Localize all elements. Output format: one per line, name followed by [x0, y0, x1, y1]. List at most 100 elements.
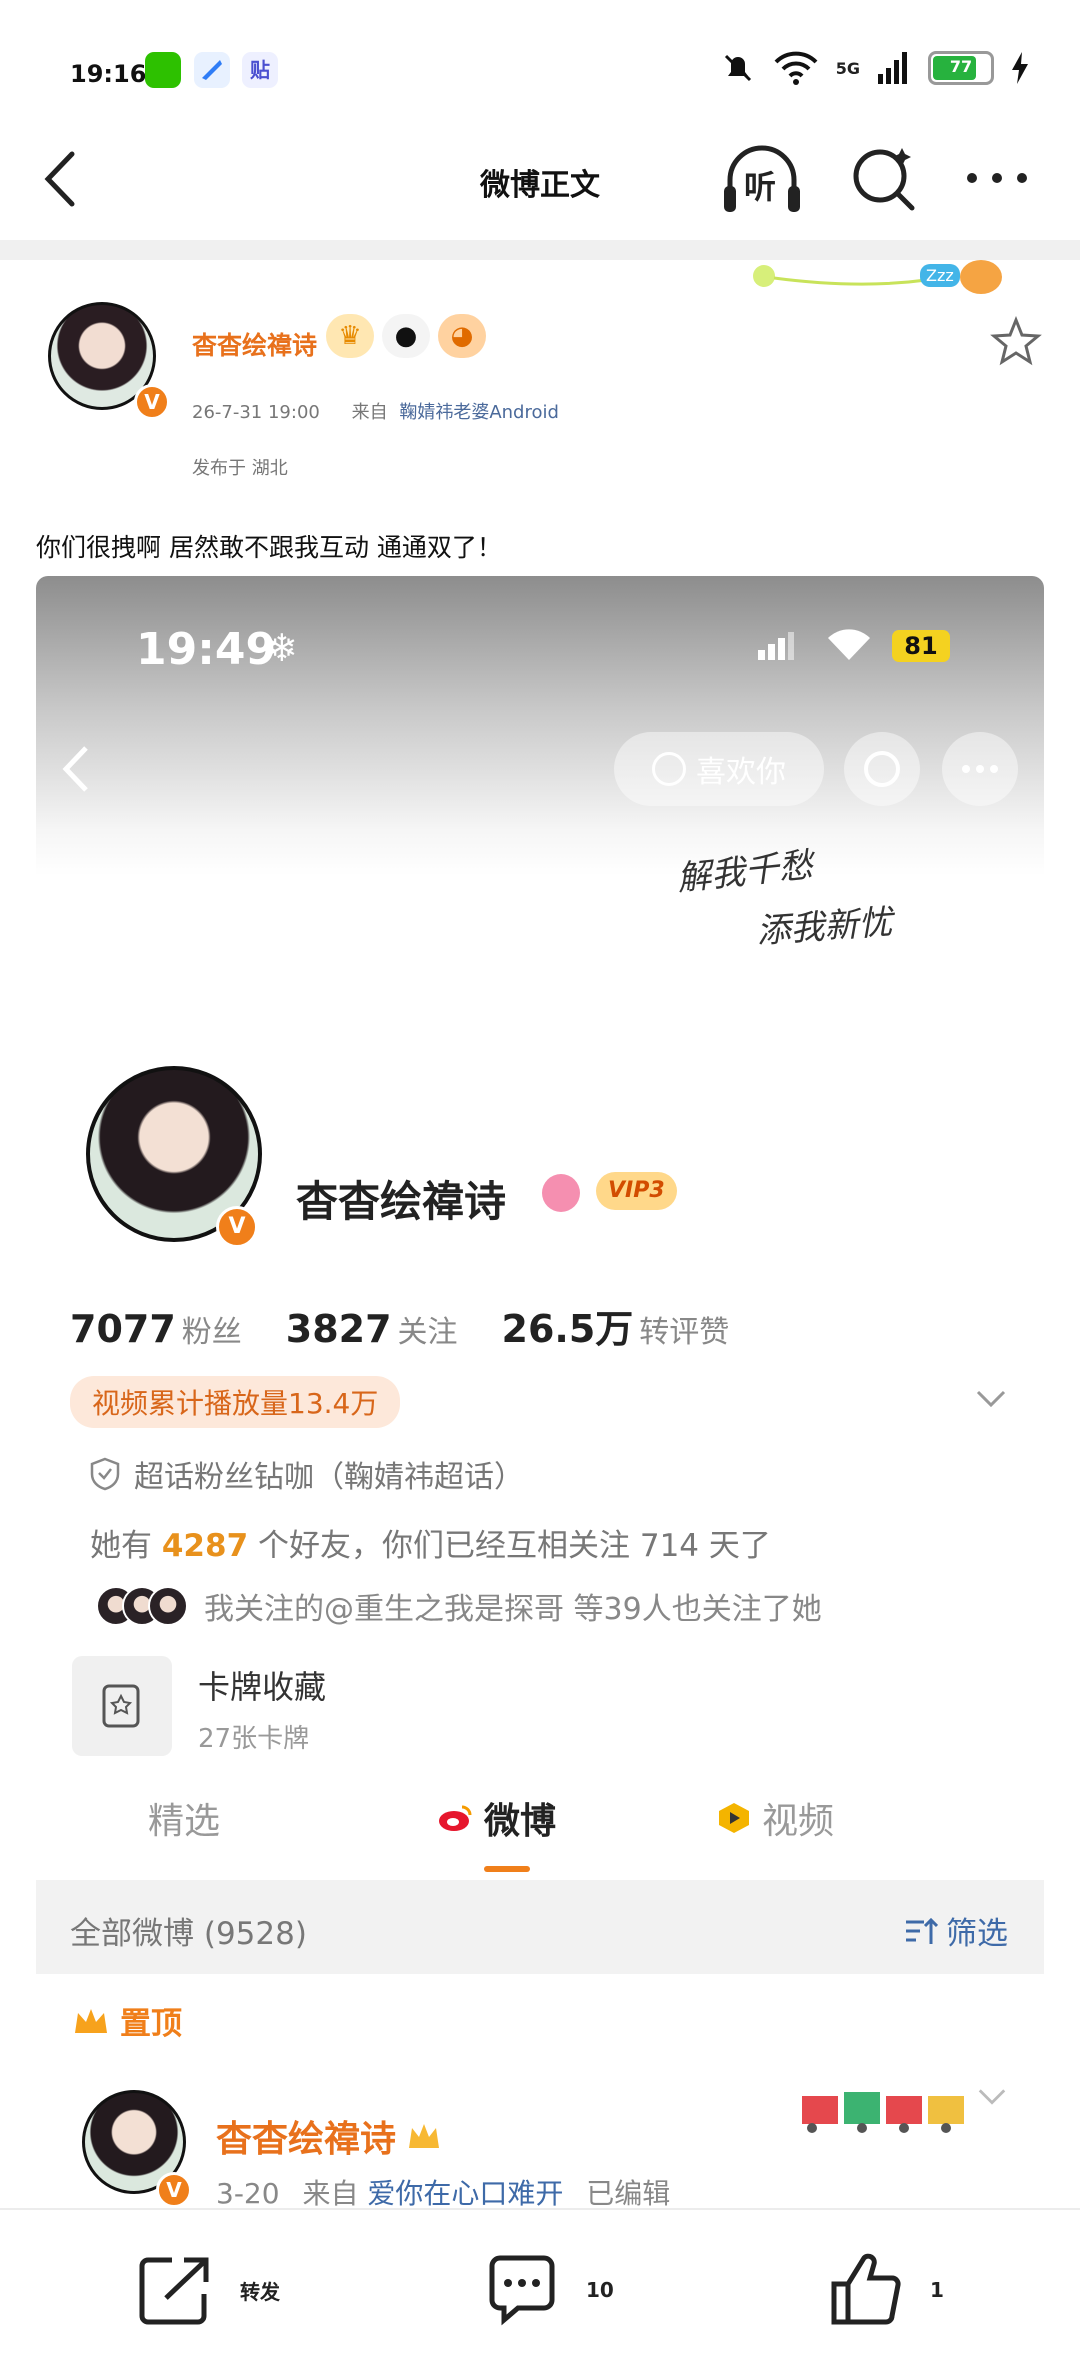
thumbs-up-icon [831, 2253, 901, 2325]
profile-stats: 7077 粉丝 3827 关注 26.5万 转评赞 [70, 1298, 729, 1353]
like-count: 1 [930, 2278, 944, 2302]
pink-badge-icon [542, 1174, 580, 1212]
mutual-avatars [96, 1586, 188, 1626]
repost-label: 转发 [240, 2279, 280, 2304]
user-badges: ♛ ● ◕ [326, 314, 486, 358]
divider [0, 240, 1080, 260]
like-you-label: 喜欢你 [696, 755, 786, 790]
filter-icon [906, 1917, 938, 1944]
pinned-post-meta: 3-20 来自 爱你在心口难开 已编辑 [216, 2177, 671, 2206]
image-status-time: 19:49 [136, 624, 277, 675]
crown-badge-icon [409, 2124, 440, 2148]
status-icons: 5G 77 [720, 50, 1030, 86]
crown-icon [75, 2008, 107, 2033]
wechat-notification-icon [145, 52, 181, 88]
all-posts-bar: 全部微博 (9528) 筛选 [36, 1880, 1044, 1974]
tab-featured: 精选 [148, 1801, 221, 1842]
pinned-verified-icon: V [156, 2172, 192, 2206]
card-collection: 卡牌收藏 27张卡牌 [72, 1656, 326, 1756]
listen-button[interactable]: 听 [720, 142, 804, 218]
search-icon[interactable] [846, 140, 922, 216]
comment-count: 10 [586, 2278, 614, 2302]
username[interactable]: 杳杳绘禕诗 [192, 326, 317, 362]
pinned-chevron-down-icon [978, 2089, 1006, 2105]
filter-button: 筛选 [904, 1908, 1008, 1953]
pinned-post-username: 杳杳绘禕诗 [216, 2110, 442, 2162]
image-back-icon [62, 746, 88, 792]
profile-avatar: V [66, 1046, 266, 1256]
vip-badge: VIP3 [596, 1172, 677, 1210]
listen-label: 听 [744, 168, 777, 206]
mutual-follow-row: 我关注的@重生之我是探哥 等39人也关注了她 [96, 1584, 822, 1628]
post-time: 26-7-31 19:00 [192, 402, 320, 423]
post-from-label: 来自 [351, 402, 388, 423]
snowflake-icon: ❄ [266, 626, 298, 670]
tieba-notification-icon: 贴 [242, 52, 278, 88]
decoration-zzz-icon: Zzz [920, 264, 960, 287]
status-time: 19:16 [70, 60, 147, 88]
friends-row: 她有 4287 个好友，你们已经互相关注 714 天了 [90, 1528, 771, 1564]
battery-icon: 77 [928, 51, 994, 85]
post-source-link[interactable]: 鞠婧祎老婆Android [399, 402, 559, 423]
tab-video: 视频 [716, 1792, 834, 1844]
image-signal-icon [758, 632, 794, 660]
favorite-star-icon[interactable] [990, 316, 1042, 368]
verified-icon: V [134, 384, 170, 420]
fans-stat: 7077 粉丝 [70, 1307, 242, 1351]
pinned-post-avatar: V [72, 2076, 192, 2206]
post-meta: 26-7-31 19:00 来自 鞠婧祎老婆Android [192, 398, 559, 424]
app-notification-icon [194, 52, 230, 88]
signal-icon [878, 52, 907, 84]
avatar[interactable]: V [36, 290, 170, 420]
hand-icon [652, 752, 686, 786]
card-collection-title: 卡牌收藏 [198, 1668, 327, 1706]
pinned-label: 置顶 [72, 1998, 182, 2043]
image-more-icon [942, 732, 1018, 806]
status-bar: 19:16 贴 5G 77 [0, 0, 1080, 130]
card-collection-icon [72, 1656, 172, 1756]
calligraphy-line-2: 添我新忧 [755, 902, 894, 952]
fish-badge-icon[interactable]: ◕ [438, 314, 486, 358]
panda-badge-icon[interactable]: ● [382, 314, 430, 358]
super-topic-text: 超话粉丝钻咖（鞠婧祎超话） [134, 1460, 524, 1495]
mini-avatar [148, 1586, 188, 1626]
profile-tabs: 精选 微博 视频 [36, 1792, 1044, 1852]
post-text: 你们很拽啊 居然敢不跟我互动 通通双了！ [36, 533, 502, 562]
image-wifi-icon [828, 629, 870, 660]
shield-icon [90, 1457, 120, 1491]
card-collection-count: 27张卡牌 [198, 1724, 310, 1754]
crown-badge-icon[interactable]: ♛ [326, 314, 374, 358]
following-stat: 3827 关注 [285, 1307, 458, 1351]
tab-weibo: 微博 [438, 1792, 556, 1844]
chevron-down-icon [976, 1390, 1006, 1408]
bottom-action-bar: 转发 10 1 [0, 2208, 1080, 2372]
post-location: 发布于 湖北 [192, 458, 288, 479]
decoration-cat-icon [960, 260, 1002, 294]
christmas-train-decoration-icon [802, 2092, 964, 2133]
profile-name: 杳杳绘禕诗 [296, 1177, 507, 1226]
mute-icon [724, 54, 751, 82]
image-like-you-button: 喜欢你 [614, 732, 824, 806]
video-hex-icon [719, 1803, 749, 1833]
post-image[interactable]: 19:49 ❄ 81 喜欢你 解我千愁 添我新忧 V 杳杳绘禕诗 VIP3 70… [36, 576, 1044, 2206]
wifi-icon [774, 51, 818, 85]
all-posts-label: 全部微博 (9528) [70, 1916, 307, 1952]
calligraphy-text: 解我千愁 添我新忧 [675, 834, 1006, 984]
followed-by-text: 我关注的@重生之我是探哥 等39人也关注了她 [204, 1592, 822, 1627]
comment-icon [489, 2255, 555, 2326]
charging-icon [1012, 52, 1028, 84]
interactions-stat: 26.5万 转评赞 [501, 1307, 730, 1351]
friends-count: 4287 [161, 1528, 249, 1564]
network-type: 5G [835, 58, 860, 78]
image-battery-icon: 81 [892, 630, 950, 662]
repost-button[interactable]: 转发 [136, 2250, 280, 2330]
more-icon[interactable] [962, 160, 1032, 196]
comment-button[interactable]: 10 [482, 2250, 614, 2330]
image-search-icon [844, 732, 920, 806]
nav-bar: 微博正文 听 [0, 130, 1080, 240]
tab-indicator [484, 1866, 530, 1872]
weibo-logo-icon [439, 1805, 472, 1831]
profile-verified-icon: V [216, 1206, 258, 1248]
like-button[interactable]: 1 [826, 2250, 944, 2330]
friends-days: 714 [639, 1528, 700, 1564]
